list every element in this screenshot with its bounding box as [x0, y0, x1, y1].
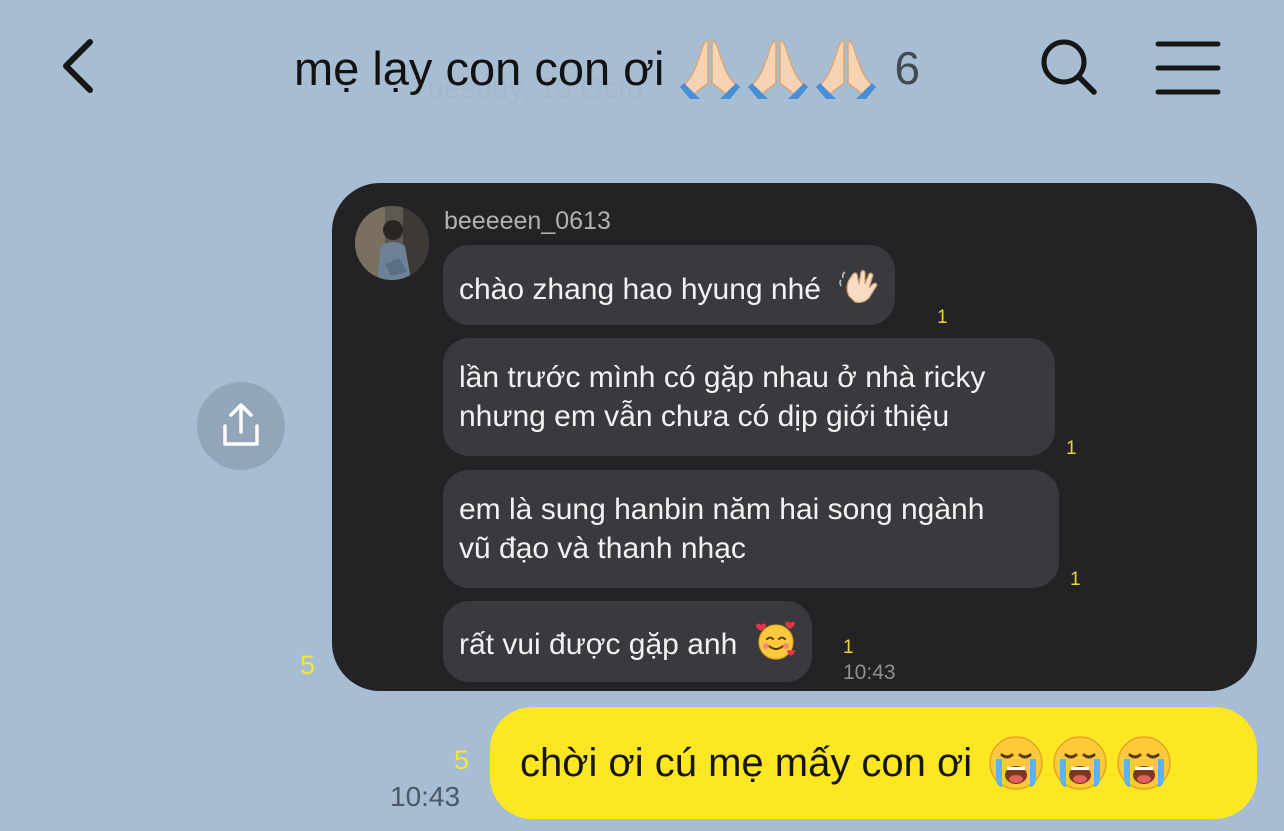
dm-message-line: em là sung hanbin năm hai song ngành	[459, 493, 985, 526]
dm-message-line: nhưng em vẫn chưa có dịp giới thiệu	[459, 400, 950, 433]
smiling-face-with-hearts-emoji	[755, 621, 796, 671]
dm-message-text: chào zhang hao hyung nhé	[459, 272, 821, 306]
search-button[interactable]	[1036, 34, 1102, 100]
menu-button[interactable]	[1152, 36, 1224, 100]
dm-message: lần trước mình có gặp nhau ở nhà ricky n…	[443, 338, 1055, 456]
member-count: 6	[894, 42, 921, 94]
dm-message: chào zhang hao hyung nhé	[443, 245, 896, 325]
loudly-crying-face-emoji	[1116, 735, 1172, 791]
loudly-crying-face-emoji	[988, 735, 1044, 791]
avatar-photo	[355, 206, 429, 280]
image-unread-count: 5	[300, 650, 316, 680]
dm-unread-count: 1	[1066, 438, 1077, 459]
hamburger-menu-icon	[1155, 41, 1221, 95]
my-message-timestamp: 10:43	[390, 781, 461, 812]
dm-message-text: rất vui được gặp anh	[459, 627, 738, 661]
crying-emojis	[988, 735, 1172, 791]
dm-unread-count: 1	[1070, 569, 1081, 590]
dm-unread-count: 1	[937, 307, 948, 328]
pray-emoji	[814, 37, 878, 99]
chat-title: mẹ lạy con con ơi 6	[294, 36, 920, 100]
my-message-unread-count: 5	[454, 745, 470, 775]
my-message-text: chời ơi cú mẹ mấy con ơi	[520, 740, 973, 785]
my-message-bubble[interactable]: chời ơi cú mẹ mấy con ơi	[490, 707, 1257, 819]
chat-title-text: mẹ lạy con con ơi	[294, 41, 665, 95]
screenshot-image-message[interactable]: beeeeen_0613 chào zhang hao hyung nhé 1 …	[332, 183, 1257, 691]
dm-unread-count: 1	[843, 637, 854, 658]
dm-timestamp: 10:43	[843, 661, 896, 684]
loudly-crying-face-emoji	[1052, 735, 1108, 791]
share-upload-icon	[223, 403, 259, 446]
dm-message: rất vui được gặp anh	[443, 601, 812, 682]
dm-username: beeeeen_0613	[444, 207, 611, 235]
pray-emoji	[678, 37, 742, 99]
title-emojis	[678, 37, 878, 99]
chevron-left-icon	[63, 39, 93, 93]
waving-hand-emoji	[839, 266, 879, 316]
search-icon	[1041, 39, 1097, 95]
chat-header: Tuesday, 10 Octo mẹ lạy con con ơi 6	[0, 0, 1284, 135]
dm-message-line: vũ đạo và thanh nhạc	[459, 532, 746, 565]
avatar	[355, 206, 429, 280]
dm-message: em là sung hanbin năm hai song ngành vũ …	[443, 470, 1059, 588]
dm-message-line: lần trước mình có gặp nhau ở nhà ricky	[459, 361, 986, 394]
share-button[interactable]	[197, 382, 285, 470]
back-button[interactable]	[52, 34, 112, 98]
pray-emoji	[746, 37, 810, 99]
